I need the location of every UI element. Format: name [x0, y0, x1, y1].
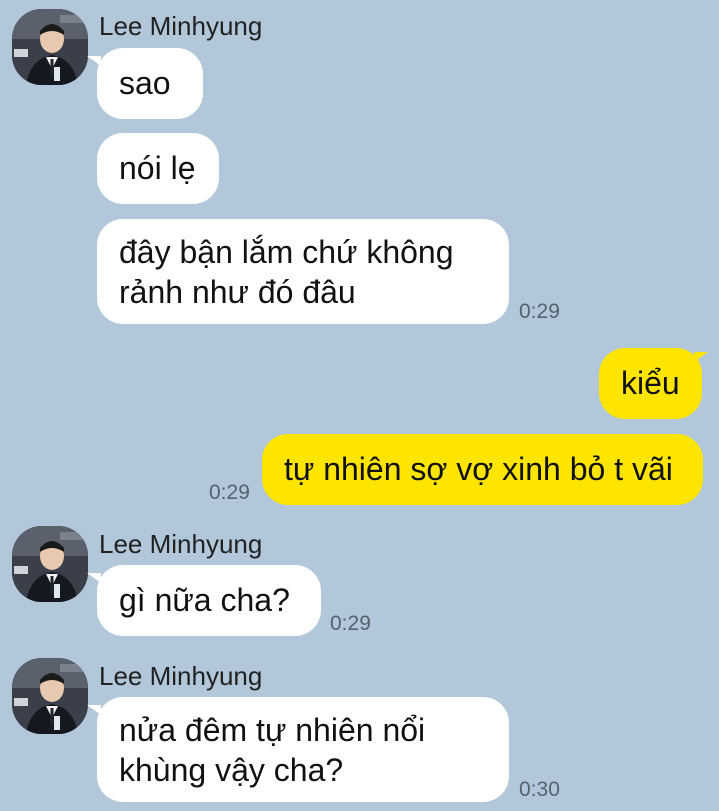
message-text: kiểu — [621, 365, 680, 401]
message-bubble[interactable]: gì nữa cha? — [97, 565, 321, 636]
profile-photo-icon — [12, 526, 88, 602]
avatar[interactable] — [12, 526, 88, 602]
bubble-tail — [87, 705, 101, 715]
message-text: sao — [119, 65, 171, 101]
message-timestamp: 0:29 — [519, 300, 560, 323]
message-bubble[interactable]: kiểu — [599, 348, 702, 419]
message-bubble[interactable]: tự nhiên sợ vợ xinh bỏ t vãi — [262, 434, 703, 505]
message-text: đây bận lắm chứ không — [119, 234, 454, 270]
message-timestamp: 0:29 — [209, 481, 250, 504]
avatar[interactable] — [12, 9, 88, 85]
profile-photo-icon — [12, 658, 88, 734]
sender-name: Lee Minhyung — [99, 529, 263, 559]
message-timestamp: 0:29 — [330, 612, 371, 635]
bubble-tail — [87, 573, 101, 583]
message-text: khùng vậy cha? — [119, 752, 344, 788]
bubble-tail — [694, 352, 708, 362]
message-bubble[interactable]: sao — [97, 48, 203, 119]
sender-name: Lee Minhyung — [99, 661, 263, 691]
message-text: nói lẹ — [119, 150, 196, 186]
avatar[interactable] — [12, 658, 88, 734]
bubble-tail — [87, 56, 101, 66]
message-text: tự nhiên sợ vợ xinh bỏ t vãi — [284, 451, 673, 487]
message-bubble[interactable]: nói lẹ — [97, 133, 219, 204]
message-bubble[interactable]: đây bận lắm chứ không rảnh như đó đâu — [97, 219, 509, 324]
profile-photo-icon — [12, 9, 88, 85]
message-text: rảnh như đó đâu — [119, 274, 356, 310]
message-text: nửa đêm tự nhiên nổi — [119, 712, 426, 748]
message-text: gì nữa cha? — [119, 582, 290, 618]
message-bubble[interactable]: nửa đêm tự nhiên nổi khùng vậy cha? — [97, 697, 509, 802]
message-timestamp: 0:30 — [519, 778, 560, 801]
sender-name: Lee Minhyung — [99, 11, 263, 41]
